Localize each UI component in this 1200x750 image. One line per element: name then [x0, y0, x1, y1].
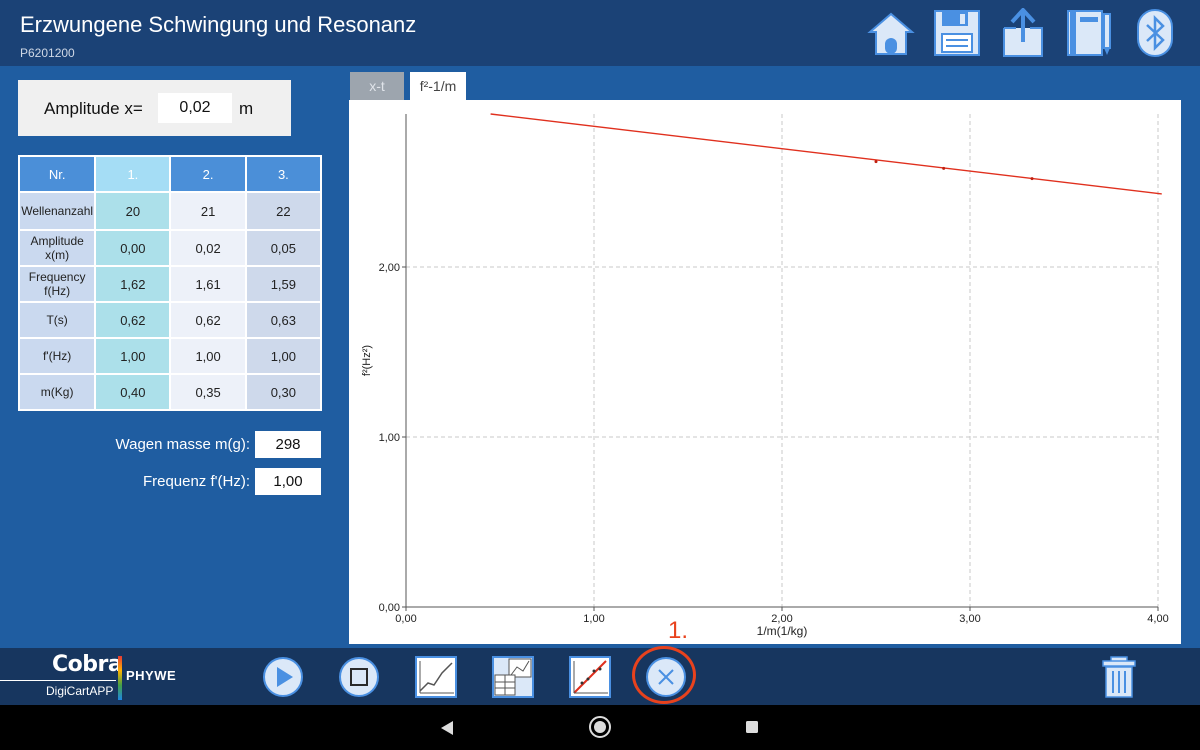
- data-point: [1030, 177, 1034, 181]
- table-cell[interactable]: 22: [244, 191, 323, 231]
- bluetooth-icon[interactable]: [1130, 8, 1180, 58]
- mass-label: Wagen masse m(g):: [115, 436, 250, 453]
- x-tick-label: 1,00: [583, 613, 604, 625]
- tab-x-t[interactable]: x-t: [350, 72, 404, 100]
- amplitude-unit: m: [239, 99, 254, 118]
- cobra-logo: Cobra DigiCartAPP PHYWE: [0, 648, 180, 705]
- table-row: m(Kg) 0,40 0,35 0,30: [17, 373, 323, 411]
- data-point: [874, 160, 878, 164]
- table-row: f'(Hz) 1,00 1,00 1,00: [17, 337, 323, 375]
- table-cell[interactable]: 1,62: [94, 265, 172, 303]
- measurement-table: Nr. 1. 2. 3. Wellenanzahl 20 21 22 Ampli…: [17, 155, 323, 411]
- mass-input[interactable]: 298: [255, 431, 321, 458]
- recents-icon[interactable]: [745, 720, 759, 734]
- table-row: Wellenanzahl 20 21 22: [17, 191, 323, 231]
- table-header-2[interactable]: 2.: [169, 155, 247, 193]
- y-tick-label: 2,00: [379, 262, 400, 274]
- back-icon[interactable]: [440, 720, 454, 736]
- stop-button[interactable]: [337, 655, 381, 699]
- page-title: Erzwungene Schwingung und Resonanz: [20, 12, 417, 37]
- logo-line: [0, 680, 116, 681]
- android-nav-bar: [0, 705, 1200, 750]
- logo-bar: [118, 656, 122, 700]
- table-cell[interactable]: 0,62: [169, 301, 247, 339]
- table-cell[interactable]: 0,02: [169, 229, 247, 267]
- x-tick-label: 3,00: [959, 613, 980, 625]
- graph-button[interactable]: [414, 655, 458, 699]
- share-icon[interactable]: [998, 8, 1048, 58]
- row-label-driving-frequency: f'(Hz): [17, 337, 97, 375]
- table-cell[interactable]: 1,00: [244, 337, 323, 375]
- x-axis-label: 1/m(1/kg): [757, 624, 808, 638]
- table-cell[interactable]: 0,63: [244, 301, 323, 339]
- x-tick-label: 4,00: [1147, 613, 1168, 625]
- row-label-frequency: Frequency f(Hz): [17, 265, 97, 303]
- amplitude-label: Amplitude x=: [44, 99, 143, 118]
- table-header-nr: Nr.: [17, 155, 97, 193]
- row-label-period: T(s): [17, 301, 97, 339]
- logo-phywe: PHYWE: [126, 668, 177, 683]
- chart: 0,00 1,00 2,00 3,00 4,000,001,002,001/m(1/kg…: [361, 113, 1169, 638]
- table-cell[interactable]: 20: [94, 191, 172, 231]
- table-header-row: Nr. 1. 2. 3.: [17, 155, 323, 193]
- annotation-ring: [632, 646, 696, 704]
- home-icon[interactable]: [866, 8, 916, 58]
- table-row: T(s) 0,62 0,62 0,63: [17, 301, 323, 339]
- app-header: Erzwungene Schwingung und Resonanz P6201…: [0, 0, 1200, 66]
- table-cell[interactable]: 1,59: [244, 265, 323, 303]
- chart-panel: 0,00 1,00 2,00 3,00 4,00 0,00 1,00 2,00 1/m(1/kg…: [349, 100, 1181, 644]
- table-header-3[interactable]: 3.: [244, 155, 323, 193]
- home-nav-icon[interactable]: [588, 715, 612, 739]
- data-point: [942, 166, 946, 170]
- row-label-wellenanzahl: Wellenanzahl: [17, 191, 97, 231]
- table-cell[interactable]: 1,61: [169, 265, 247, 303]
- logo-cobra: Cobra: [52, 652, 123, 677]
- delete-button[interactable]: [1097, 655, 1141, 699]
- y-tick-label: 1,00: [379, 432, 400, 444]
- play-button[interactable]: [261, 655, 305, 699]
- table-graph-button[interactable]: [491, 655, 535, 699]
- row-label-amplitude: Amplitude x(m): [17, 229, 97, 267]
- notebook-icon[interactable]: [1064, 8, 1114, 58]
- table-row: Amplitude x(m) 0,00 0,02 0,05: [17, 229, 323, 267]
- experiment-id: P6201200: [20, 46, 75, 60]
- y-axis-label: f²(Hz²): [361, 345, 373, 376]
- logo-digicart: DigiCartAPP: [46, 684, 114, 698]
- table-cell[interactable]: 0,05: [244, 229, 323, 267]
- table-cell[interactable]: 0,62: [94, 301, 172, 339]
- table-cell[interactable]: 1,00: [169, 337, 247, 375]
- row-label-mass: m(Kg): [17, 373, 97, 411]
- frequency-label: Frequenz f'(Hz):: [142, 473, 250, 490]
- table-cell[interactable]: 0,40: [94, 373, 172, 411]
- table-header-1[interactable]: 1.: [94, 155, 172, 193]
- x-tick-label: 0,00: [395, 613, 416, 625]
- amplitude-box: Amplitude x= 0,02 m: [18, 80, 291, 136]
- table-row: Frequency f(Hz) 1,62 1,61 1,59: [17, 265, 323, 303]
- fit-line-button[interactable]: [568, 655, 612, 699]
- tab-f2-1m[interactable]: f²-1/m: [410, 72, 466, 100]
- frequency-input[interactable]: 1,00: [255, 468, 321, 495]
- fit-line: [490, 113, 1162, 195]
- table-cell[interactable]: 1,00: [94, 337, 172, 375]
- table-cell[interactable]: 0,30: [244, 373, 323, 411]
- amplitude-input[interactable]: 0,02: [158, 93, 232, 123]
- table-cell[interactable]: 21: [169, 191, 247, 231]
- table-cell[interactable]: 0,00: [94, 229, 172, 267]
- annotation-step-label: 1.: [668, 617, 689, 644]
- y-tick-label: 0,00: [379, 602, 400, 614]
- table-cell[interactable]: 0,35: [169, 373, 247, 411]
- save-icon[interactable]: [932, 8, 982, 58]
